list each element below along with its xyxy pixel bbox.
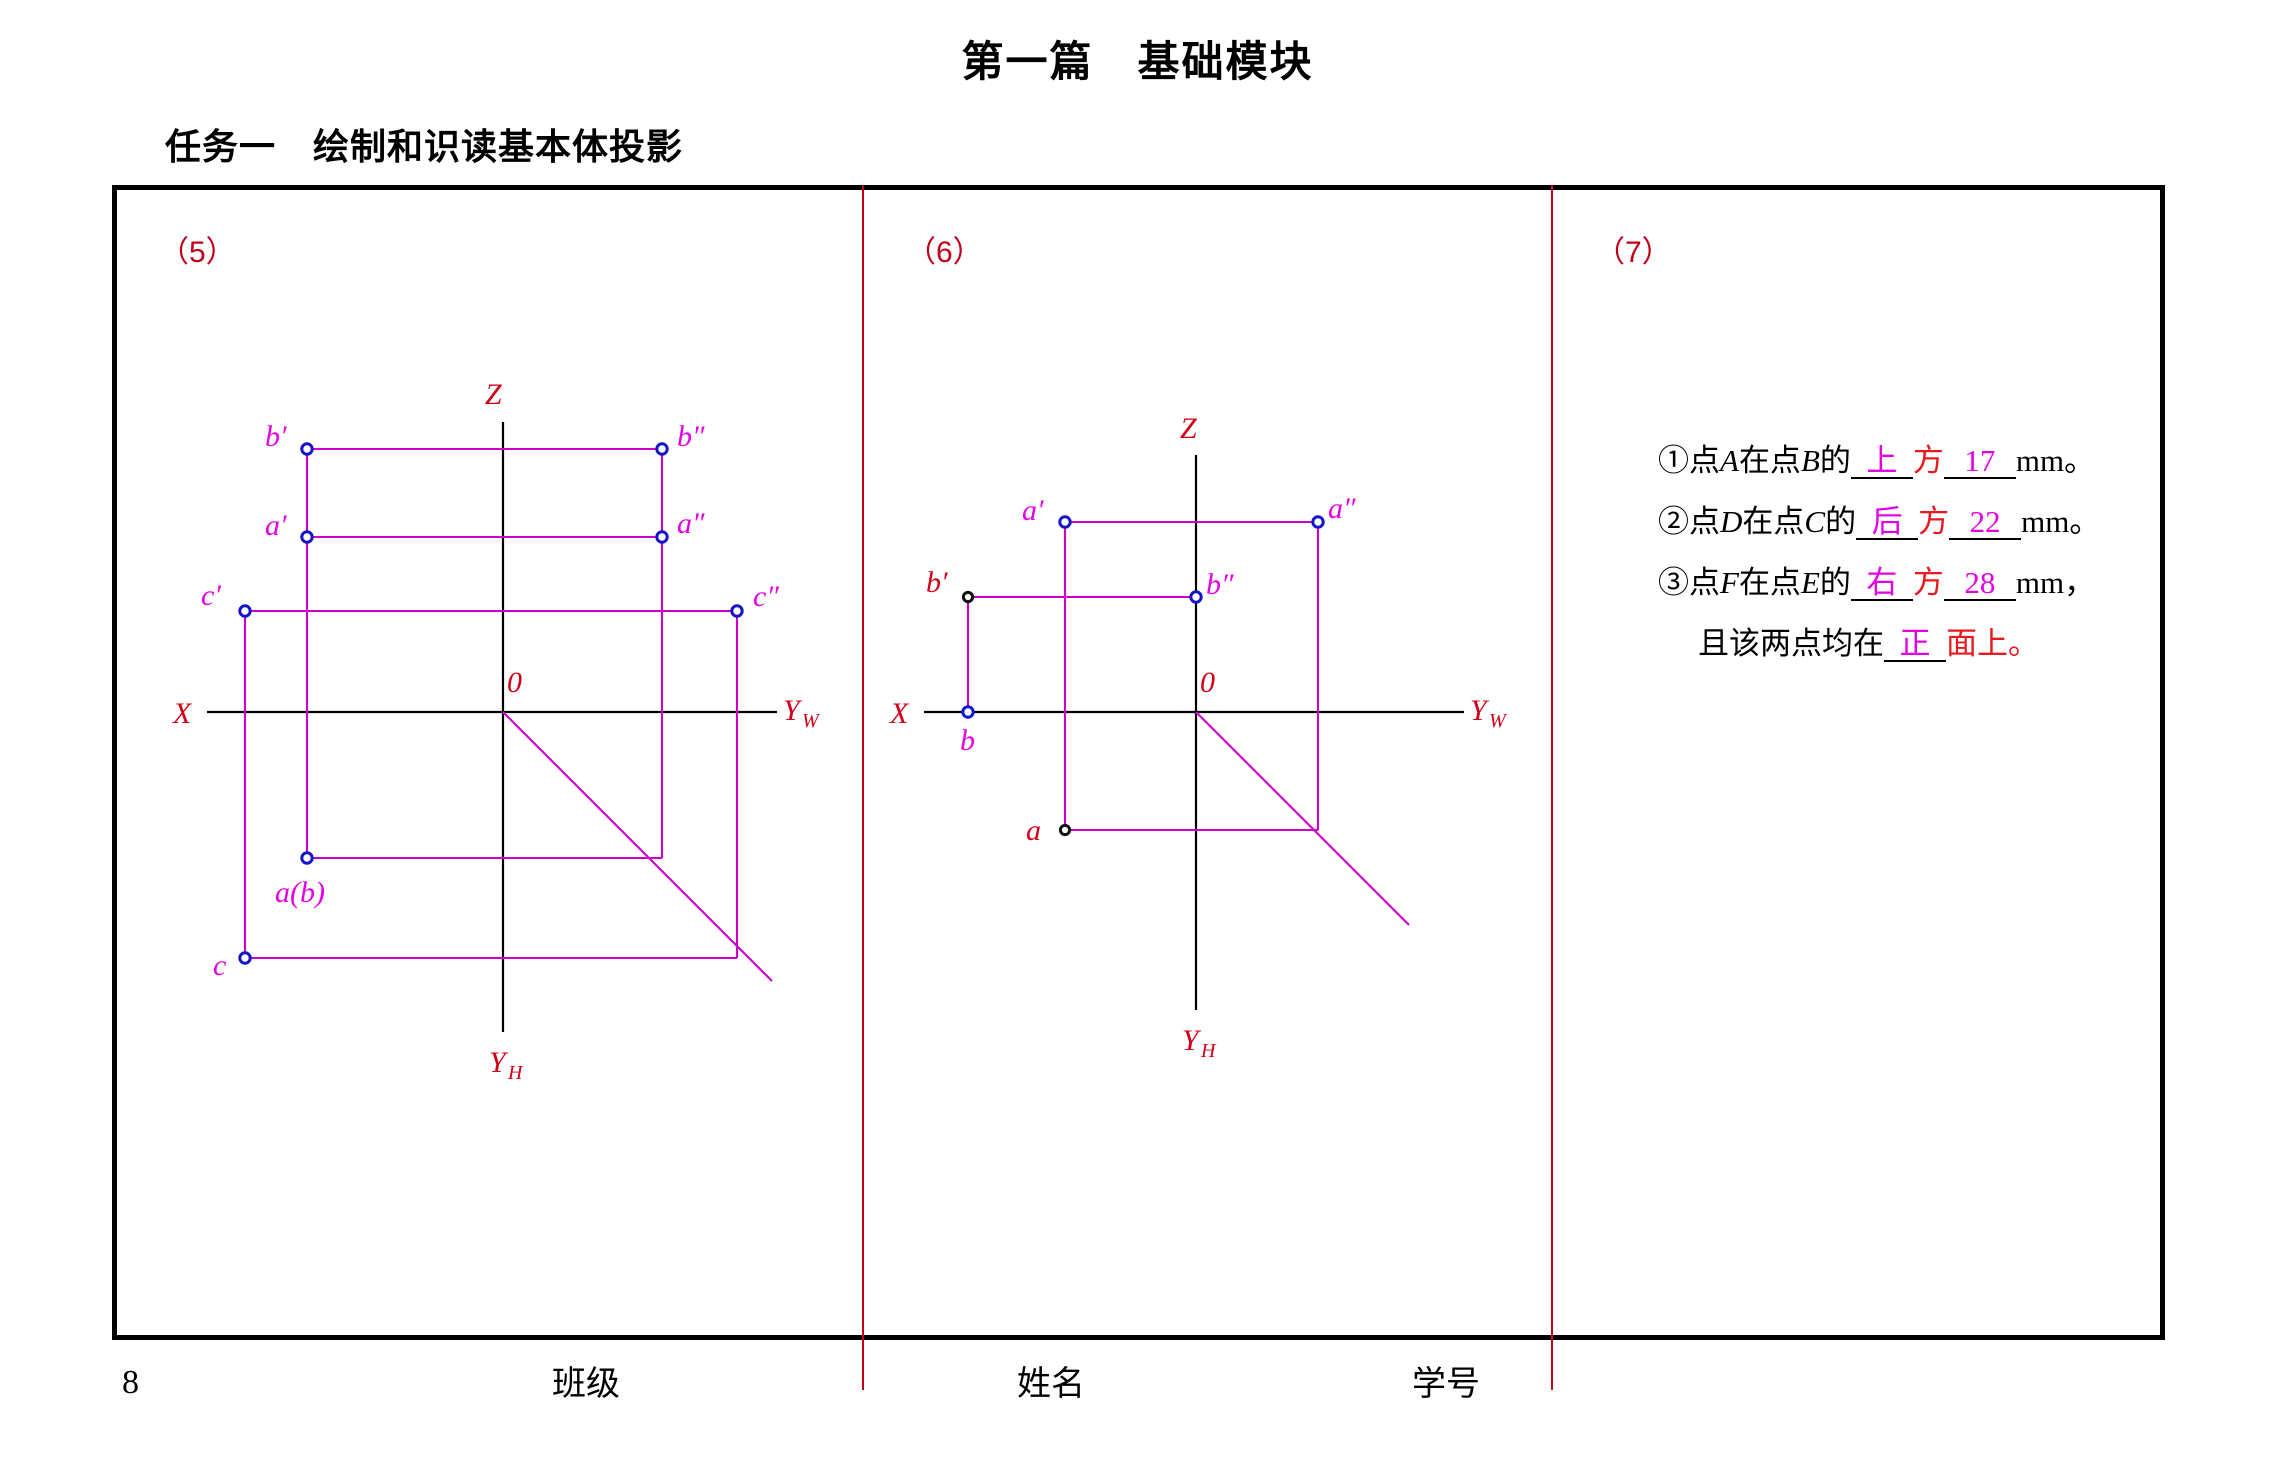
axis-label-yw-sub: W	[802, 710, 821, 732]
axis-label-yh: Y	[1182, 1024, 1202, 1057]
item-3-value-blank[interactable]: 28	[1943, 567, 2016, 601]
page-footer: 8 班级 姓名 学号	[112, 1356, 2165, 1426]
panel-7-label: （7）	[1595, 236, 1672, 269]
item-1-end: 。	[2064, 443, 2096, 478]
axis-label-yw: Y	[1470, 694, 1490, 727]
axis-label-x: X	[889, 697, 910, 730]
item-2-number: ②	[1658, 504, 1689, 539]
answer-item-3-line2: 且该两点均在正面上。	[1698, 628, 2178, 662]
answer-item-1: ①点A在点B的上方 17 mm。	[1658, 445, 2178, 479]
item-2-post: 的	[1825, 504, 1857, 539]
construction-lines	[966, 520, 1410, 926]
axis-label-x: X	[172, 697, 193, 730]
item-3-fang: 方	[1912, 565, 1944, 600]
item-1-direction-blank[interactable]: 上	[1850, 445, 1913, 479]
point-label-ab: a(b)	[275, 876, 325, 909]
panel-7: （7） ①点A在点B的上方 17 mm。 ②点D在点C的后方 22 mm。 ③点F在点E…	[1553, 190, 2170, 1335]
item-1-fang: 方	[1912, 443, 1944, 478]
point-label-a-prime: a′	[265, 509, 287, 542]
footer-class-label: 班级	[552, 1365, 620, 1403]
panel-6: （6） Z X Y W Y H 0 a′ a″ b′ b″ b a	[864, 190, 1551, 1335]
item-2-direction-blank[interactable]: 后	[1856, 506, 1919, 540]
axis-label-origin: 0	[507, 666, 522, 699]
projection-diagram-5: Z X Y W Y H 0 b′ b″ a′ a″ c′ c″ a(b) c	[172, 378, 821, 1084]
axis-label-yw-sub: W	[1489, 710, 1508, 732]
footer-page-number: 8	[122, 1364, 139, 1401]
axis-label-yh-sub: H	[507, 1062, 524, 1084]
point-label-c-dprime: c″	[753, 580, 779, 613]
footer-name-label: 姓名	[1017, 1365, 1085, 1403]
item-1-number: ①	[1658, 443, 1689, 478]
point-label-c-prime: c′	[201, 579, 221, 612]
item-3-mid: 在点	[1738, 565, 1801, 600]
item-3-post: 的	[1819, 565, 1851, 600]
axis-label-z: Z	[1180, 412, 1197, 445]
projection-diagram-6: Z X Y W Y H 0 a′ a″ b′ b″ b a	[889, 412, 1508, 1062]
page-title: 第一篇 基础模块	[961, 38, 1314, 85]
item-1-unit: mm	[2015, 443, 2065, 478]
item-3-plane-suffix: 面上	[1946, 626, 2008, 661]
panel-5: （5） Z X Y W Y H 0 b′ b″ a′ a″ c′ c″ a(b)…	[117, 190, 862, 1335]
item-2-point-c: C	[1804, 504, 1826, 539]
point-label-b: b	[960, 724, 975, 757]
item-2-value-blank[interactable]: 22	[1949, 506, 2022, 540]
item-3-plane-blank[interactable]: 正	[1884, 628, 1946, 662]
item-3-line2-pre: 且该两点均在	[1698, 626, 1884, 661]
item-1-point-b: B	[1800, 443, 1820, 478]
item-1-value-blank[interactable]: 17	[1943, 445, 2016, 479]
point-label-a: a	[1026, 814, 1041, 847]
axis-label-yw: Y	[783, 694, 803, 727]
answers-block: ①点A在点B的上方 17 mm。 ②点D在点C的后方 22 mm。 ③点F在点E的右方 2…	[1658, 445, 2178, 662]
item-2-fang: 方	[1918, 504, 1950, 539]
axis-label-origin: 0	[1200, 666, 1215, 699]
axis-label-yh: Y	[489, 1046, 509, 1079]
point-label-a-dprime: a″	[677, 507, 705, 540]
item-2-unit: mm	[2021, 504, 2070, 539]
point-label-a-prime: a′	[1022, 494, 1044, 527]
point-label-a-dprime: a″	[1328, 492, 1356, 525]
point-label-c: c	[213, 949, 226, 982]
axis-label-z: Z	[485, 378, 502, 411]
item-2-end: 。	[2069, 504, 2101, 539]
footer-id-label: 学号	[1412, 1365, 1480, 1403]
point-label-b-prime: b′	[265, 420, 287, 453]
task-title: 任务一 绘制和识读基本体投影	[165, 126, 684, 167]
point-label-b-dprime: b″	[1206, 568, 1234, 601]
item-3-line2-end: 。	[2008, 626, 2039, 661]
point-label-b-dprime: b″	[677, 420, 705, 453]
item-3-direction-blank[interactable]: 右	[1850, 567, 1913, 601]
item-3-point-e: E	[1800, 565, 1820, 600]
item-1-pre: 点	[1689, 443, 1720, 478]
item-3-pre: 点	[1689, 565, 1720, 600]
answer-item-3: ③点F在点E的右方 28 mm，	[1658, 567, 2178, 601]
item-1-mid: 在点	[1738, 443, 1801, 478]
item-3-end: ，	[2064, 565, 2096, 600]
item-2-point-d: D	[1720, 504, 1743, 539]
item-3-unit: mm	[2015, 565, 2065, 600]
point-label-b-prime: b′	[926, 566, 948, 599]
item-2-mid: 在点	[1742, 504, 1805, 539]
axis-label-yh-sub: H	[1200, 1040, 1217, 1062]
point-markers	[961, 515, 1325, 837]
item-3-number: ③	[1658, 565, 1689, 600]
worksheet-frame: （5） Z X Y W Y H 0 b′ b″ a′ a″ c′ c″ a(b)…	[112, 185, 2165, 1390]
item-2-pre: 点	[1689, 504, 1720, 539]
item-1-post: 的	[1819, 443, 1851, 478]
item-3-point-f: F	[1720, 565, 1739, 600]
item-1-point-a: A	[1720, 443, 1739, 478]
answer-item-2: ②点D在点C的后方 22 mm。	[1658, 506, 2178, 540]
